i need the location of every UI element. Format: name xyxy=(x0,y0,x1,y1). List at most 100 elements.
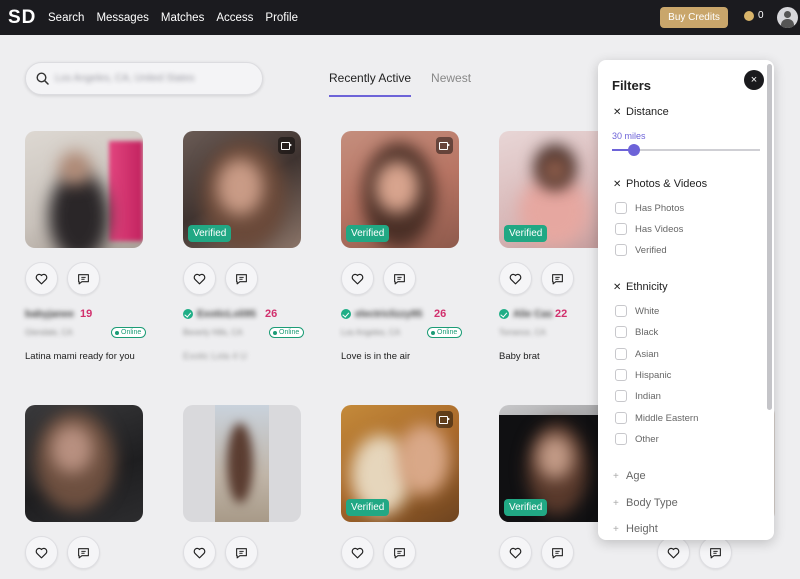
profile-card[interactable]: Verified electriclizzy95 26 Los Angeles,… xyxy=(341,131,463,362)
option-has-videos[interactable]: Has Videos xyxy=(615,223,683,235)
filters-scrollbar[interactable] xyxy=(767,64,772,410)
filter-distance-label: Distance xyxy=(626,106,669,118)
nav-link-messages[interactable]: Messages xyxy=(96,12,148,24)
close-filters-button[interactable]: × xyxy=(744,70,764,90)
chat-icon xyxy=(710,547,721,558)
option-label: Asian xyxy=(635,348,659,360)
profile-photo[interactable] xyxy=(25,131,143,248)
location-search[interactable]: Los Angeles, CA, United States xyxy=(25,62,263,95)
message-button[interactable] xyxy=(67,536,100,569)
video-icon xyxy=(278,137,295,154)
checkbox[interactable] xyxy=(615,223,627,235)
like-button[interactable] xyxy=(25,262,58,295)
nav-link-access[interactable]: Access xyxy=(216,12,253,24)
option-verified[interactable]: Verified xyxy=(615,244,667,256)
verified-badge: Verified xyxy=(346,499,390,516)
heart-icon xyxy=(509,273,522,284)
verified-badge: Verified xyxy=(504,499,548,516)
profile-name[interactable]: babyjanee xyxy=(25,309,74,320)
search-icon xyxy=(36,72,49,85)
nav-link-profile[interactable]: Profile xyxy=(265,12,298,24)
option-hispanic[interactable]: Hispanic xyxy=(615,369,671,381)
message-button[interactable] xyxy=(225,536,258,569)
profile-photo[interactable] xyxy=(25,405,143,522)
profile-name[interactable]: electriclizzy95 xyxy=(355,309,422,320)
option-has-photos[interactable]: Has Photos xyxy=(615,202,684,214)
nav-link-matches[interactable]: Matches xyxy=(161,12,204,24)
profile-card[interactable]: Verified ExoticLoli95 26 Beverly Hills, … xyxy=(183,131,305,362)
option-indian[interactable]: Indian xyxy=(615,390,661,402)
profile-bio: Exotic Lola 4 U xyxy=(183,351,247,362)
message-button[interactable] xyxy=(225,262,258,295)
checkbox[interactable] xyxy=(615,305,627,317)
checkbox[interactable] xyxy=(615,433,627,445)
checkbox[interactable] xyxy=(615,390,627,402)
checkbox[interactable] xyxy=(615,369,627,381)
filter-distance-header[interactable]: ✕ Distance xyxy=(613,106,669,118)
message-button[interactable] xyxy=(67,262,100,295)
chat-icon xyxy=(394,273,405,284)
message-button[interactable] xyxy=(383,262,416,295)
tab-newest[interactable]: Newest xyxy=(431,71,471,97)
option-label: Black xyxy=(635,326,659,338)
profile-card[interactable]: babyjanee 19 Glendale, CA Online Latina … xyxy=(25,131,147,362)
coin-icon xyxy=(744,10,754,21)
message-button[interactable] xyxy=(541,536,574,569)
like-button[interactable] xyxy=(341,262,374,295)
like-button[interactable] xyxy=(499,262,532,295)
profile-card[interactable]: Verified xyxy=(341,405,459,569)
checkbox[interactable] xyxy=(615,348,627,360)
filter-height-header[interactable]: + Height xyxy=(613,523,658,535)
user-avatar[interactable] xyxy=(777,7,798,28)
profile-location: Los Angeles, CA xyxy=(341,328,401,337)
profile-photo[interactable]: Verified xyxy=(183,131,301,248)
option-asian[interactable]: Asian xyxy=(615,348,659,360)
message-button[interactable] xyxy=(541,262,574,295)
heart-icon xyxy=(35,547,48,558)
checkbox[interactable] xyxy=(615,412,627,424)
checkbox[interactable] xyxy=(615,244,627,256)
message-button[interactable] xyxy=(383,536,416,569)
like-button[interactable] xyxy=(657,536,690,569)
like-button[interactable] xyxy=(25,536,58,569)
filter-photos-label: Photos & Videos xyxy=(626,178,708,190)
like-button[interactable] xyxy=(499,536,532,569)
filter-age-header[interactable]: + Age xyxy=(613,470,646,482)
distance-slider-thumb[interactable] xyxy=(628,144,640,156)
profile-card[interactable] xyxy=(183,405,301,569)
credits-counter[interactable]: 0 xyxy=(744,10,764,21)
logo[interactable]: SD xyxy=(8,7,44,29)
profile-photo[interactable]: Verified xyxy=(341,405,459,522)
profile-photo[interactable]: Verified xyxy=(341,131,459,248)
option-middle-eastern[interactable]: Middle Eastern xyxy=(615,412,698,424)
buy-credits-button[interactable]: Buy Credits xyxy=(660,7,728,28)
filter-ethnicity-header[interactable]: ✕ Ethnicity xyxy=(613,281,668,293)
option-white[interactable]: White xyxy=(615,305,659,317)
option-other[interactable]: Other xyxy=(615,433,659,445)
nav-link-search[interactable]: Search xyxy=(48,12,84,24)
profile-location: Beverly Hills, CA xyxy=(183,328,243,337)
option-black[interactable]: Black xyxy=(615,326,658,338)
profile-name[interactable]: Alie Cas xyxy=(513,309,552,320)
option-label: Verified xyxy=(635,244,667,256)
message-button[interactable] xyxy=(699,536,732,569)
verified-badge: Verified xyxy=(188,225,232,242)
checkbox[interactable] xyxy=(615,326,627,338)
like-button[interactable] xyxy=(183,262,216,295)
like-button[interactable] xyxy=(183,536,216,569)
video-icon xyxy=(436,137,453,154)
filter-photos-header[interactable]: ✕ Photos & Videos xyxy=(613,178,707,190)
nav-links: Search Messages Matches Access Profile xyxy=(48,12,310,24)
profile-bio: Latina mami ready for you xyxy=(25,351,135,362)
option-label: Indian xyxy=(635,390,661,402)
profile-photo[interactable] xyxy=(183,405,301,522)
distance-slider[interactable] xyxy=(612,144,760,156)
checkbox[interactable] xyxy=(615,202,627,214)
profile-card[interactable] xyxy=(25,405,143,569)
search-input[interactable]: Los Angeles, CA, United States xyxy=(55,73,195,84)
tab-recently-active[interactable]: Recently Active xyxy=(329,71,412,97)
filter-body-type-header[interactable]: + Body Type xyxy=(613,497,678,509)
avatar-head xyxy=(784,11,791,18)
profile-name[interactable]: ExoticLoli95 xyxy=(197,309,256,320)
like-button[interactable] xyxy=(341,536,374,569)
